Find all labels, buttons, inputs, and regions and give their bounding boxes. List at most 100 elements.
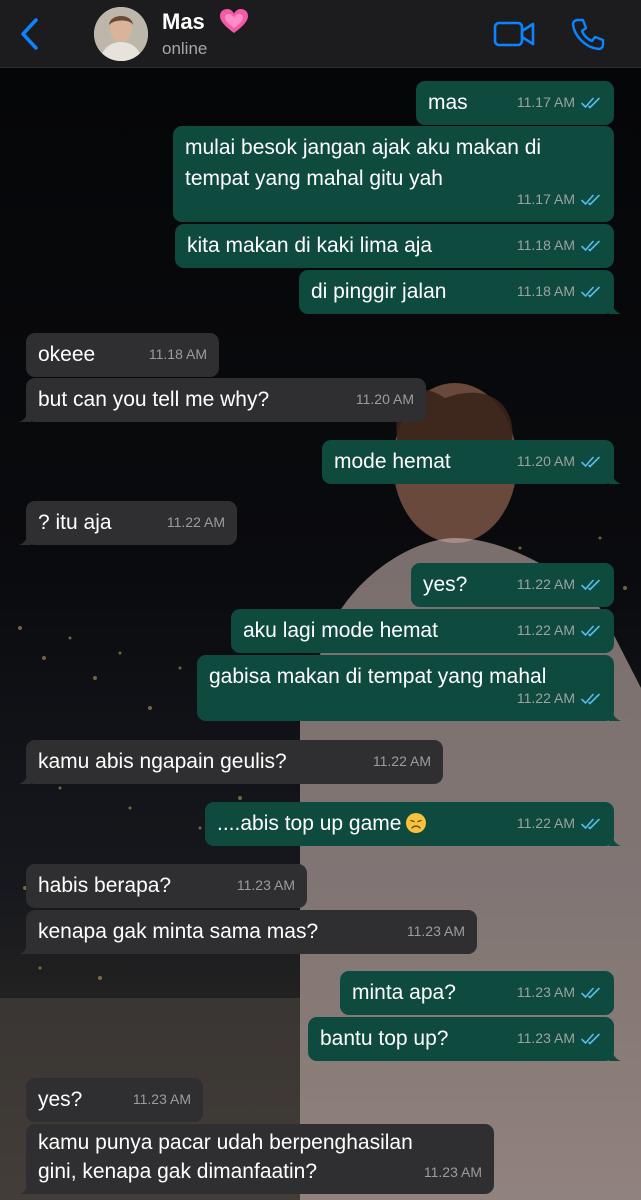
message-meta: 11.22 AM [517, 683, 602, 714]
message-bubble-incoming[interactable]: kamu abis ngapain geulis? 11.22 AM [19, 740, 443, 784]
message-meta: 11.22 AM [517, 615, 602, 646]
message-time: 11.18 AM [148, 346, 207, 362]
message-bubble-incoming[interactable]: kamu punya pacar udah berpenghasilan gin… [19, 1124, 494, 1194]
message-time: 11.20 AM [355, 391, 414, 407]
bubble-tail [609, 300, 621, 314]
message-time: 11.22 AM [166, 514, 225, 530]
message-bubble-incoming[interactable]: ? itu aja 11.22 AM [19, 501, 237, 545]
double-check-icon [581, 456, 600, 468]
message-bubble-incoming[interactable]: yes? 11.23 AM [26, 1078, 203, 1122]
message-text: kita makan di kaki lima aja [187, 234, 433, 257]
message-time: 11.23 AM [516, 984, 575, 1000]
message-bubble-outgoing[interactable]: aku lagi mode hemat 11.22 AM [231, 609, 614, 653]
message-meta: 11.22 AM [167, 507, 225, 538]
double-check-icon [581, 818, 600, 830]
avatar[interactable] [94, 7, 148, 61]
double-check-icon [581, 579, 600, 591]
message-meta: 11.23 AM [407, 916, 465, 947]
message-text: mas [428, 91, 468, 114]
phone-icon[interactable] [570, 17, 606, 51]
bubble-tail [19, 770, 31, 784]
message-bubble-outgoing[interactable]: gabisa makan di tempat yang mahal 11.22 … [197, 655, 621, 721]
message-list[interactable]: mas 11.17 AM mulai besok jangan ajak aku… [0, 68, 641, 1200]
bubble-tail [609, 1047, 621, 1061]
message-text: bantu top up? [320, 1027, 449, 1050]
message-meta: 11.23 AM [424, 1158, 482, 1187]
message-time: 11.23 AM [132, 1091, 191, 1107]
message-text: kenapa gak minta sama mas? [38, 920, 319, 943]
bubble-tail [19, 531, 31, 545]
bubble-tail [609, 470, 621, 484]
message-time: 11.23 AM [406, 923, 465, 939]
message-time: 11.23 AM [516, 1030, 575, 1046]
message-time: 11.22 AM [516, 815, 575, 831]
message-bubble-incoming[interactable]: but can you tell me why? 11.20 AM [19, 378, 426, 422]
double-check-icon [581, 286, 600, 298]
message-bubble-outgoing[interactable]: mode hemat 11.20 AM [322, 440, 621, 484]
message-time: 11.20 AM [516, 453, 575, 469]
message-time: 11.17 AM [516, 94, 575, 110]
message-meta: 11.23 AM [133, 1084, 191, 1115]
message-time: 11.18 AM [516, 283, 575, 299]
message-bubble-outgoing[interactable]: mulai besok jangan ajak aku makan di tem… [173, 126, 614, 222]
message-bubble-outgoing[interactable]: di pinggir jalan 11.18 AM [299, 270, 621, 314]
message-text: but can you tell me why? [38, 388, 270, 411]
message-text: ? itu aja [38, 511, 112, 534]
chevron-left-icon[interactable] [14, 14, 48, 54]
double-check-icon [581, 1033, 600, 1045]
double-check-icon [581, 693, 600, 705]
message-text: okeee [38, 343, 96, 366]
double-check-icon [581, 987, 600, 999]
contact-name[interactable]: Mas [162, 9, 205, 35]
message-time: 11.23 AM [236, 877, 295, 893]
message-bubble-outgoing[interactable]: mas 11.17 AM [416, 81, 614, 125]
bubble-tail [609, 832, 621, 846]
message-bubble-outgoing[interactable]: minta apa? 11.23 AM [340, 971, 614, 1015]
heart-emoji-icon [220, 9, 248, 33]
video-camera-icon[interactable] [493, 19, 535, 49]
message-time: 11.17 AM [516, 191, 575, 207]
chat-header: Mas online [0, 0, 641, 68]
message-meta: 11.17 AM [517, 87, 602, 118]
message-bubble-incoming[interactable]: habis berapa? 11.23 AM [26, 864, 307, 908]
message-time: 11.22 AM [372, 753, 431, 769]
message-meta: 11.22 AM [517, 569, 602, 600]
bubble-tail [19, 408, 31, 422]
message-meta: 11.18 AM [517, 276, 602, 307]
bubble-tail [609, 707, 621, 721]
message-bubble-outgoing[interactable]: bantu top up? 11.23 AM [308, 1017, 621, 1061]
message-text: kamu abis ngapain geulis? [38, 750, 287, 773]
message-text: minta apa? [352, 981, 456, 1004]
double-check-icon [581, 97, 600, 109]
message-bubble-outgoing[interactable]: ....abis top up game 11.22 AM [205, 802, 621, 846]
double-check-icon [581, 194, 600, 206]
message-text: ....abis top up game [217, 812, 427, 835]
message-meta: 11.22 AM [373, 746, 431, 777]
message-bubble-incoming[interactable]: okeee 11.18 AM [26, 333, 219, 377]
message-time: 11.23 AM [423, 1164, 482, 1180]
message-text: mode hemat [334, 450, 451, 473]
message-meta: 11.17 AM [517, 184, 602, 215]
message-text: yes? [423, 573, 468, 596]
message-time: 11.22 AM [516, 622, 575, 638]
double-check-icon [581, 240, 600, 252]
message-text-content: ....abis top up game [217, 812, 402, 835]
message-meta: 11.23 AM [237, 870, 295, 901]
message-meta: 11.22 AM [517, 808, 602, 839]
contact-status: online [162, 39, 208, 58]
message-text: aku lagi mode hemat [243, 619, 438, 642]
message-bubble-incoming[interactable]: kenapa gak minta sama mas? 11.23 AM [19, 910, 477, 954]
message-meta: 11.23 AM [517, 977, 602, 1008]
message-text: habis berapa? [38, 874, 172, 897]
message-bubble-outgoing[interactable]: kita makan di kaki lima aja 11.18 AM [175, 224, 614, 268]
message-time: 11.22 AM [516, 690, 575, 706]
message-text: gabisa makan di tempat yang mahal [209, 665, 547, 688]
message-meta: 11.20 AM [356, 384, 414, 415]
disappointed-face-icon [406, 813, 427, 833]
message-text: di pinggir jalan [311, 280, 447, 303]
double-check-icon [581, 625, 600, 637]
message-time: 11.22 AM [516, 576, 575, 592]
message-text: yes? [38, 1088, 83, 1111]
message-meta: 11.18 AM [517, 230, 602, 261]
message-bubble-outgoing[interactable]: yes? 11.22 AM [411, 563, 614, 607]
